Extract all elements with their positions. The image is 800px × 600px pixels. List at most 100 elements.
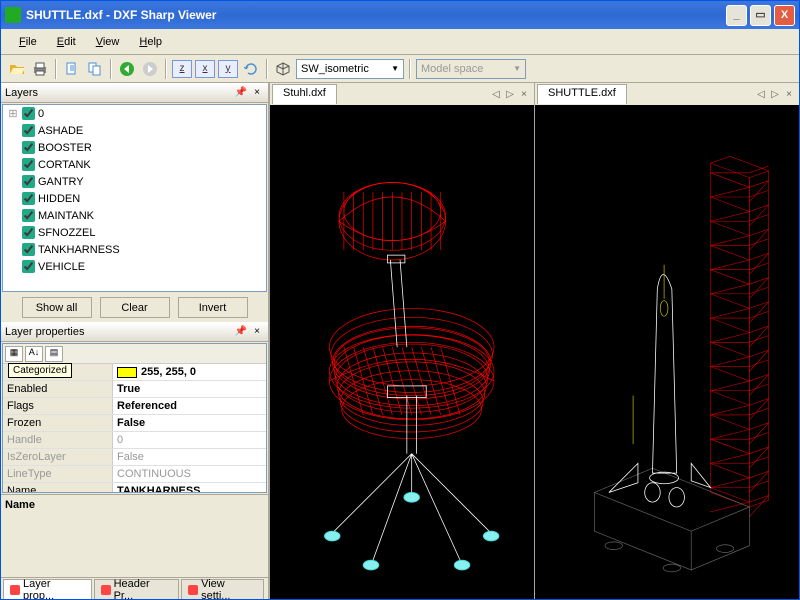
prev-icon[interactable]: ◁ [755,89,767,100]
prop-value: TANKHARNESS [113,483,266,492]
bottom-tabs: Layer prop... Header Pr... View setti... [1,577,268,599]
viewport-tab[interactable]: SHUTTLE.dxf [537,84,627,104]
pin-icon[interactable]: 📌 [234,325,248,339]
main-area: Layers 📌 × ⊞ 0 ASHADE BOOSTER CORTANK GA… [1,83,799,599]
next-icon[interactable]: ▷ [769,89,781,100]
prop-key: LineType [3,466,113,482]
layer-checkbox[interactable] [22,124,35,137]
separator [266,59,268,79]
left-panel: Layers 📌 × ⊞ 0 ASHADE BOOSTER CORTANK GA… [1,83,269,599]
axis-y-button[interactable]: y [218,60,238,78]
layer-row[interactable]: TANKHARNESS [3,241,266,258]
prop-row[interactable]: LineTypeCONTINUOUS [3,466,266,483]
layer-row[interactable]: ASHADE [3,122,266,139]
layers-title: Layers [5,87,232,99]
copy-icon[interactable] [85,59,105,79]
refresh-icon[interactable] [62,59,82,79]
layers-list[interactable]: ⊞ 0 ASHADE BOOSTER CORTANK GANTRY HIDDEN… [2,104,267,292]
back-icon[interactable] [117,59,137,79]
tab-label: Header Pr... [114,578,173,600]
bottom-tab[interactable]: Layer prop... [3,579,92,599]
prop-value: False [113,415,266,431]
layer-buttons: Show all Clear Invert [1,293,268,322]
layers-header: Layers 📌 × [1,83,268,103]
prop-row[interactable]: IsZeroLayerFalse [3,449,266,466]
layer-row[interactable]: SFNOZZEL [3,224,266,241]
clear-button[interactable]: Clear [100,297,170,318]
cube-icon[interactable] [273,59,293,79]
props-page-button[interactable]: ▤ [45,346,63,362]
canvas-chair[interactable] [270,105,534,599]
menu-file[interactable]: File [11,32,45,52]
viewport-right: SHUTTLE.dxf ◁ ▷ × [534,83,799,599]
titlebar[interactable]: SHUTTLE.dxf - DXF Sharp Viewer _ ▭ X [1,1,799,29]
color-swatch [117,367,137,378]
menu-edit[interactable]: Edit [49,32,84,52]
layer-checkbox[interactable] [22,260,35,273]
bottom-tab[interactable]: View setti... [181,579,264,599]
next-icon[interactable]: ▷ [504,89,516,100]
layer-label: CORTANK [38,159,91,171]
layer-row[interactable]: ⊞ 0 [3,105,266,122]
categorized-button[interactable]: ▦ [5,346,23,362]
close-tab-icon[interactable]: × [518,89,530,100]
invert-button[interactable]: Invert [178,297,248,318]
layer-checkbox[interactable] [22,192,35,205]
prop-row[interactable]: FlagsReferenced [3,398,266,415]
space-combo: Model space ▼ [416,59,526,79]
canvas-shuttle[interactable] [535,105,799,599]
prop-row[interactable]: NameTANKHARNESS [3,483,266,492]
pin-icon[interactable]: 📌 [234,86,248,100]
minimize-button[interactable]: _ [726,5,747,26]
open-icon[interactable] [7,59,27,79]
layer-checkbox[interactable] [22,141,35,154]
print-icon[interactable] [30,59,50,79]
layer-label: SFNOZZEL [38,227,95,239]
layer-checkbox[interactable] [22,158,35,171]
close-tab-icon[interactable]: × [783,89,795,100]
bottom-tab[interactable]: Header Pr... [94,579,180,599]
layer-checkbox[interactable] [22,243,35,256]
close-panel-icon[interactable]: × [250,325,264,339]
layer-row[interactable]: BOOSTER [3,139,266,156]
alphabetical-button[interactable]: A↓ [25,346,43,362]
view-combo[interactable]: SW_isometric ▼ [296,59,404,79]
props-panel: ▦ A↓ ▤ Categorized 255, 255, 0EnabledTru… [2,343,267,493]
layer-row[interactable]: MAINTANK [3,207,266,224]
props-header: Layer properties 📌 × [1,322,268,342]
close-panel-icon[interactable]: × [250,86,264,100]
layer-label: GANTRY [38,176,84,188]
viewport-tabbar: Stuhl.dxf ◁ ▷ × [270,83,534,105]
prop-grid[interactable]: 255, 255, 0EnabledTrueFlagsReferencedFro… [3,364,266,492]
view-combo-value: SW_isometric [301,63,369,75]
layer-checkbox[interactable] [22,226,35,239]
layer-label: 0 [38,108,44,120]
forward-icon[interactable] [140,59,160,79]
prev-icon[interactable]: ◁ [490,89,502,100]
axis-z-button[interactable]: z [172,60,192,78]
layer-checkbox[interactable] [22,175,35,188]
layer-row[interactable]: HIDDEN [3,190,266,207]
tree-toggle-icon[interactable]: ⊞ [7,107,19,120]
app-window: SHUTTLE.dxf - DXF Sharp Viewer _ ▭ X Fil… [0,0,800,600]
layer-checkbox[interactable] [22,209,35,222]
show-all-button[interactable]: Show all [22,297,92,318]
prop-value: Referenced [113,398,266,414]
rotate-icon[interactable] [241,59,261,79]
close-button[interactable]: X [774,5,795,26]
prop-row[interactable]: EnabledTrue [3,381,266,398]
viewport-tab[interactable]: Stuhl.dxf [272,84,337,104]
layer-checkbox[interactable] [22,107,35,120]
layer-row[interactable]: VEHICLE [3,258,266,275]
prop-row[interactable]: Handle0 [3,432,266,449]
chevron-down-icon: ▼ [391,64,399,73]
menu-help[interactable]: Help [131,32,170,52]
axis-x-button[interactable]: x [195,60,215,78]
prop-key: IsZeroLayer [3,449,113,465]
prop-row[interactable]: FrozenFalse [3,415,266,432]
layer-row[interactable]: CORTANK [3,156,266,173]
layer-label: HIDDEN [38,193,80,205]
layer-row[interactable]: GANTRY [3,173,266,190]
menu-view[interactable]: View [88,32,128,52]
maximize-button[interactable]: ▭ [750,5,771,26]
